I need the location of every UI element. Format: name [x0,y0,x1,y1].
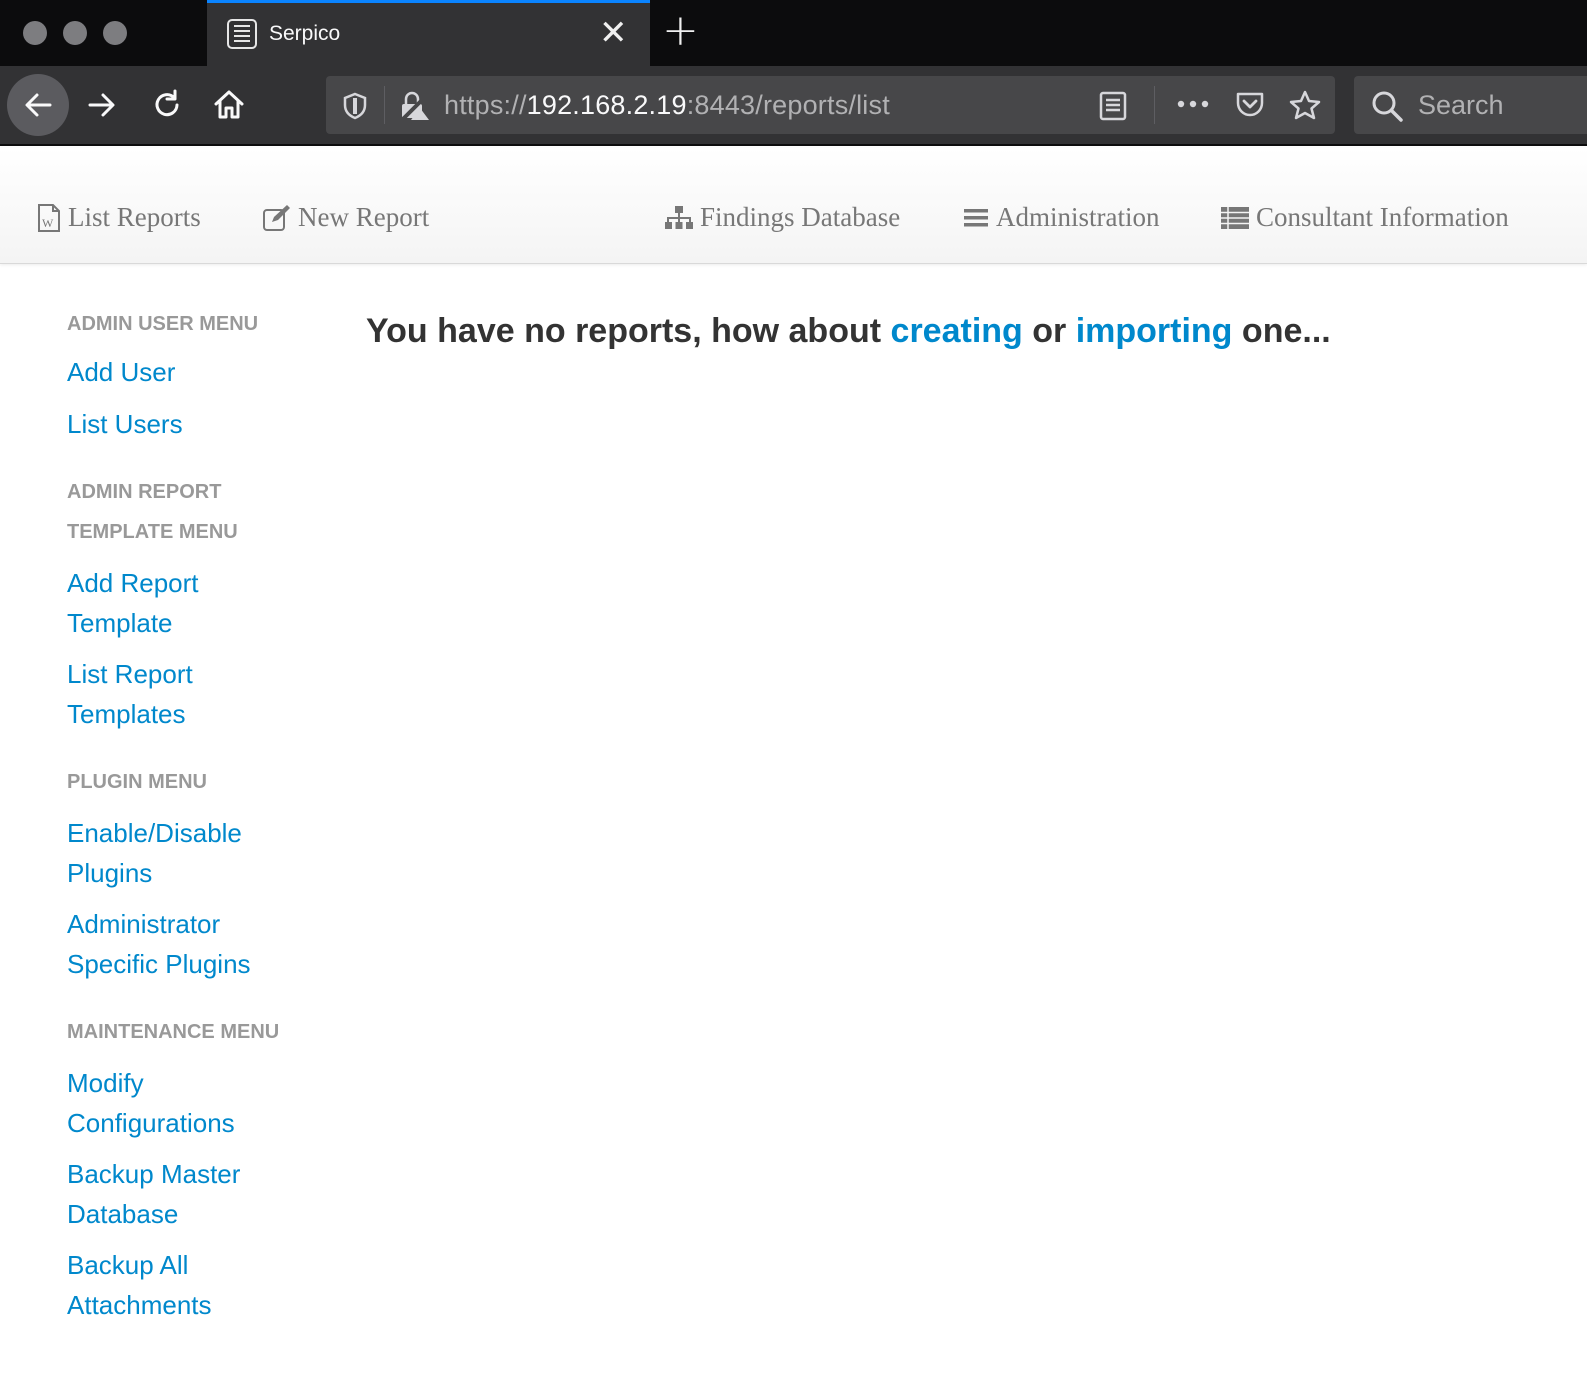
search-icon [1372,91,1403,122]
browser-tab-bar: Serpico ✕ + [0,0,1587,66]
url-separator [384,86,385,124]
nav-consultant-information[interactable]: Consultant Information [1220,202,1509,233]
nav-administration[interactable]: Administration [962,202,1160,233]
sidebar-link-add-report-template[interactable]: Add Report Template [67,563,307,643]
admin-sidebar: ADMIN USER MENU Add User List Users ADMI… [67,304,307,1325]
nav-administration-label: Administration [996,202,1160,232]
sidebar-link-enable-disable-plugins[interactable]: Enable/Disable Plugins [67,813,307,893]
url-path: :8443/reports/list [686,90,890,120]
nav-list-reports-label: List Reports [68,202,201,232]
sidebar-section-header: ADMIN REPORT TEMPLATE MENU [67,481,238,543]
tracking-shield-icon[interactable] [342,92,368,120]
no-reports-message: You have no reports, how about creating … [366,312,1331,351]
back-button[interactable] [7,74,69,136]
sidebar-link-backup-all-attachments[interactable]: Backup All Attachments [67,1245,307,1325]
home-icon[interactable] [212,87,246,121]
bookmark-star-icon[interactable] [1288,89,1322,121]
more-actions-icon[interactable] [1176,98,1210,110]
tab-title: Serpico [269,22,341,45]
sidebar-section-header: ADMIN USER MENU [67,313,259,335]
message-suffix: one... [1241,312,1331,350]
sidebar-link-administrator-specific-plugins[interactable]: Administrator Specific Plugins [67,904,307,984]
nav-new-report[interactable]: New Report [262,202,429,233]
sidebar-section-header: PLUGIN MENU [67,771,207,793]
nav-list-reports[interactable]: W List Reports [36,202,201,233]
nav-findings-database[interactable]: Findings Database [664,202,900,233]
table-icon [1221,206,1249,229]
sidebar-link-backup-master-database[interactable]: Backup Master Database [67,1154,307,1234]
importing-link[interactable]: importing [1076,312,1233,350]
sidebar-section-plugin: PLUGIN MENU Enable/Disable Plugins Admin… [67,762,307,984]
sidebar-section-header: MAINTENANCE MENU [67,1021,280,1043]
sidebar-link-add-user[interactable]: Add User [67,352,307,392]
window-zoom-button[interactable] [103,21,127,45]
url-bar[interactable]: https://192.168.2.19:8443/reports/list [326,76,1335,134]
nav-findings-database-label: Findings Database [700,202,901,232]
sidebar-link-list-users[interactable]: List Users [67,404,307,444]
app-top-nav: W List Reports New Report Findings Datab… [0,148,1587,264]
browser-tab-active[interactable]: Serpico ✕ [207,0,650,66]
search-bar[interactable]: Search [1354,76,1587,134]
serpico-favicon-icon [227,19,257,49]
sidebar-link-modify-configurations[interactable]: Modify Configurations [67,1063,307,1143]
tab-close-icon[interactable]: ✕ [599,15,628,51]
word-file-icon: W [38,203,60,232]
message-prefix: You have no reports, how about [366,312,882,350]
sitemap-icon [665,205,693,229]
nav-consultant-information-label: Consultant Information [1256,202,1509,232]
url-scheme: https:// [444,90,527,120]
search-input[interactable]: Search [1418,90,1504,121]
pocket-icon[interactable] [1234,90,1266,120]
nav-new-report-label: New Report [298,202,430,232]
creating-link[interactable]: creating [891,312,1023,350]
url-text[interactable]: https://192.168.2.19:8443/reports/list [444,90,890,121]
reload-icon[interactable] [150,88,184,122]
sidebar-section-admin-user: ADMIN USER MENU Add User List Users [67,304,307,444]
window-close-button[interactable] [23,21,47,45]
svg-text:W: W [42,216,54,230]
arrow-left-icon [25,93,52,117]
list-icon [964,208,988,226]
insecure-lock-icon[interactable] [398,90,432,122]
reader-view-icon[interactable] [1099,91,1127,121]
message-middle: or [1032,312,1067,350]
url-separator [1154,86,1155,124]
sidebar-section-admin-report-template: ADMIN REPORT TEMPLATE MENU Add Report Te… [67,472,307,734]
url-host: 192.168.2.19 [526,90,687,120]
window-minimize-button[interactable] [63,21,87,45]
browser-toolbar: https://192.168.2.19:8443/reports/list S… [0,66,1587,146]
new-tab-icon[interactable]: + [662,8,699,54]
edit-icon [263,204,290,231]
sidebar-link-list-report-templates[interactable]: List Report Templates [67,654,307,734]
sidebar-section-maintenance: MAINTENANCE MENU Modify Configurations B… [67,1012,307,1325]
arrow-right-icon[interactable] [86,89,118,121]
